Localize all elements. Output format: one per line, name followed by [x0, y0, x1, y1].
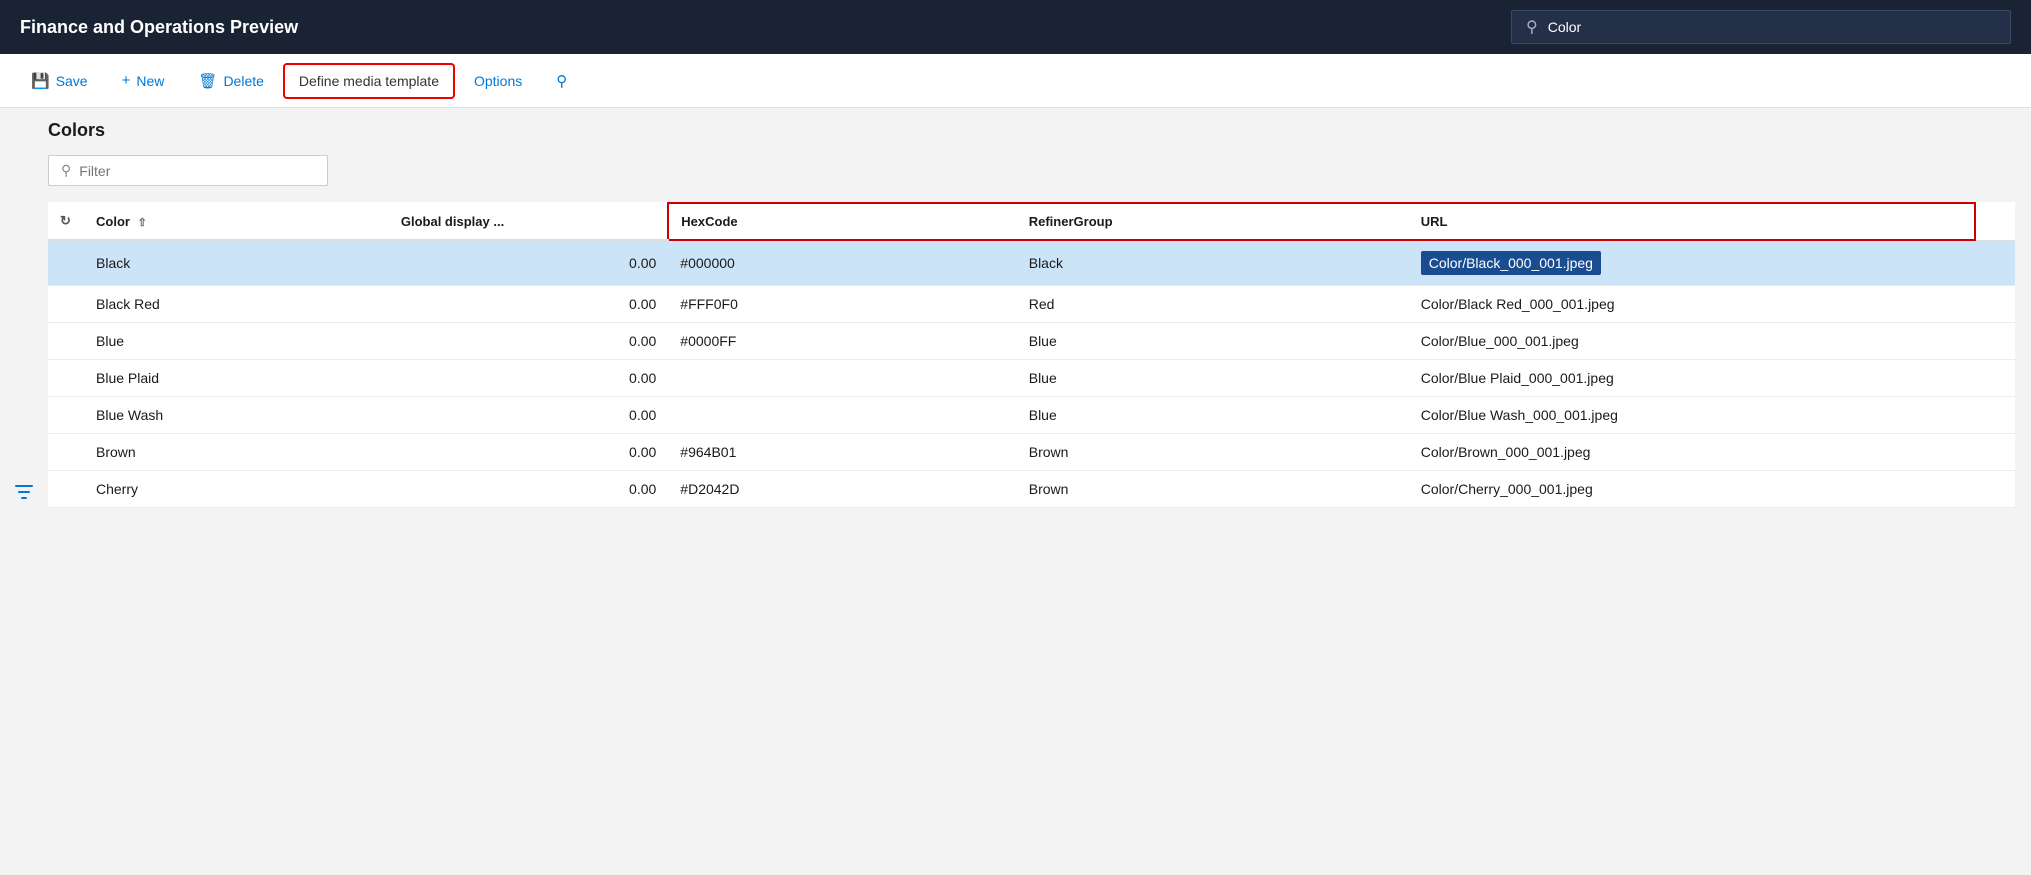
td-hexcode [668, 360, 1016, 397]
th-spacer [1975, 203, 2015, 240]
table-row[interactable]: Blue Plaid 0.00 Blue Color/Blue Plaid_00… [48, 360, 2015, 397]
app-title: Finance and Operations Preview [20, 17, 298, 38]
filter-toggle-button[interactable] [11, 126, 37, 863]
new-button[interactable]: + New [107, 63, 180, 98]
options-button[interactable]: Options [459, 64, 537, 98]
table-row[interactable]: Blue 0.00 #0000FF Blue Color/Blue_000_00… [48, 323, 2015, 360]
delete-icon: 🗑 [198, 72, 217, 90]
table-wrapper: ↻ Color ⇧ Global display ... HexCode Ref… [48, 202, 2015, 508]
td-url: Color/Black_000_001.jpeg [1409, 240, 1975, 286]
td-refiner-group: Brown [1017, 471, 1409, 508]
table-row[interactable]: Black 0.00 #000000 Black Color/Black_000… [48, 240, 2015, 286]
delete-button[interactable]: 🗑 Delete [183, 63, 279, 99]
toolbar-search-button[interactable]: ⚲ [541, 63, 582, 99]
td-refiner-group: Blue [1017, 397, 1409, 434]
th-global-display: Global display ... [389, 203, 668, 240]
td-global-display: 0.00 [389, 323, 668, 360]
td-spacer [1975, 434, 2015, 471]
td-refresh [48, 397, 84, 434]
toolbar: 💾 Save + New 🗑 Delete Define media templ… [0, 54, 2031, 108]
table-row[interactable]: Blue Wash 0.00 Blue Color/Blue Wash_000_… [48, 397, 2015, 434]
td-hexcode: #000000 [668, 240, 1016, 286]
th-hexcode: HexCode [668, 203, 1016, 240]
refresh-icon[interactable]: ↻ [60, 213, 71, 228]
td-refiner-group: Black [1017, 240, 1409, 286]
td-url: Color/Cherry_000_001.jpeg [1409, 471, 1975, 508]
td-url: Color/Blue Wash_000_001.jpeg [1409, 397, 1975, 434]
td-global-display: 0.00 [389, 286, 668, 323]
td-url: Color/Blue_000_001.jpeg [1409, 323, 1975, 360]
table-row[interactable]: Brown 0.00 #964B01 Brown Color/Brown_000… [48, 434, 2015, 471]
td-url: Color/Black Red_000_001.jpeg [1409, 286, 1975, 323]
td-spacer [1975, 240, 2015, 286]
search-icon: ⚲ [1526, 17, 1538, 37]
td-spacer [1975, 360, 2015, 397]
td-color: Black Red [84, 286, 389, 323]
th-url: URL [1409, 203, 1975, 240]
td-spacer [1975, 286, 2015, 323]
td-refresh [48, 360, 84, 397]
td-global-display: 0.00 [389, 240, 668, 286]
filter-search-icon: ⚲ [61, 162, 71, 179]
td-refresh [48, 240, 84, 286]
td-refresh [48, 323, 84, 360]
td-color: Blue Plaid [84, 360, 389, 397]
td-refiner-group: Blue [1017, 360, 1409, 397]
table-header-row: ↻ Color ⇧ Global display ... HexCode Ref… [48, 203, 2015, 240]
save-icon: 💾 [31, 72, 50, 90]
th-refiner-group: RefinerGroup [1017, 203, 1409, 240]
td-spacer [1975, 323, 2015, 360]
colors-table: ↻ Color ⇧ Global display ... HexCode Ref… [48, 202, 2015, 508]
td-color: Brown [84, 434, 389, 471]
filter-input[interactable] [79, 163, 315, 179]
td-url: Color/Brown_000_001.jpeg [1409, 434, 1975, 471]
td-spacer [1975, 397, 2015, 434]
url-selected-value: Color/Black_000_001.jpeg [1421, 251, 1601, 275]
toolbar-search-icon: ⚲ [556, 72, 567, 90]
global-search-input[interactable] [1548, 19, 1996, 35]
td-refresh [48, 286, 84, 323]
table-row[interactable]: Black Red 0.00 #FFF0F0 Red Color/Black R… [48, 286, 2015, 323]
main-content: Colors ⚲ ↻ Color ⇧ Global d [0, 108, 2031, 875]
td-global-display: 0.00 [389, 397, 668, 434]
global-search-bar[interactable]: ⚲ [1511, 10, 2011, 44]
td-global-display: 0.00 [389, 471, 668, 508]
td-refiner-group: Blue [1017, 323, 1409, 360]
th-color[interactable]: Color ⇧ [84, 203, 389, 240]
content-area: Colors ⚲ ↻ Color ⇧ Global d [48, 120, 2031, 863]
section-title: Colors [48, 120, 2015, 141]
td-hexcode [668, 397, 1016, 434]
filter-icon [15, 483, 33, 501]
td-refresh [48, 471, 84, 508]
td-hexcode: #0000FF [668, 323, 1016, 360]
td-refiner-group: Red [1017, 286, 1409, 323]
td-color: Cherry [84, 471, 389, 508]
td-refresh [48, 434, 84, 471]
th-refresh: ↻ [48, 203, 84, 240]
plus-icon: + [122, 72, 131, 89]
table-body: Black 0.00 #000000 Black Color/Black_000… [48, 240, 2015, 508]
td-color: Blue Wash [84, 397, 389, 434]
td-spacer [1975, 471, 2015, 508]
sidebar-filter [0, 120, 48, 863]
td-color: Blue [84, 323, 389, 360]
sort-asc-icon: ⇧ [138, 217, 147, 229]
td-hexcode: #FFF0F0 [668, 286, 1016, 323]
td-global-display: 0.00 [389, 360, 668, 397]
td-global-display: 0.00 [389, 434, 668, 471]
td-refiner-group: Brown [1017, 434, 1409, 471]
filter-input-wrapper[interactable]: ⚲ [48, 155, 328, 186]
td-hexcode: #D2042D [668, 471, 1016, 508]
td-color: Black [84, 240, 389, 286]
table-row[interactable]: Cherry 0.00 #D2042D Brown Color/Cherry_0… [48, 471, 2015, 508]
top-navigation: Finance and Operations Preview ⚲ [0, 0, 2031, 54]
save-button[interactable]: 💾 Save [16, 63, 103, 99]
td-url: Color/Blue Plaid_000_001.jpeg [1409, 360, 1975, 397]
define-media-template-button[interactable]: Define media template [283, 63, 455, 99]
td-hexcode: #964B01 [668, 434, 1016, 471]
